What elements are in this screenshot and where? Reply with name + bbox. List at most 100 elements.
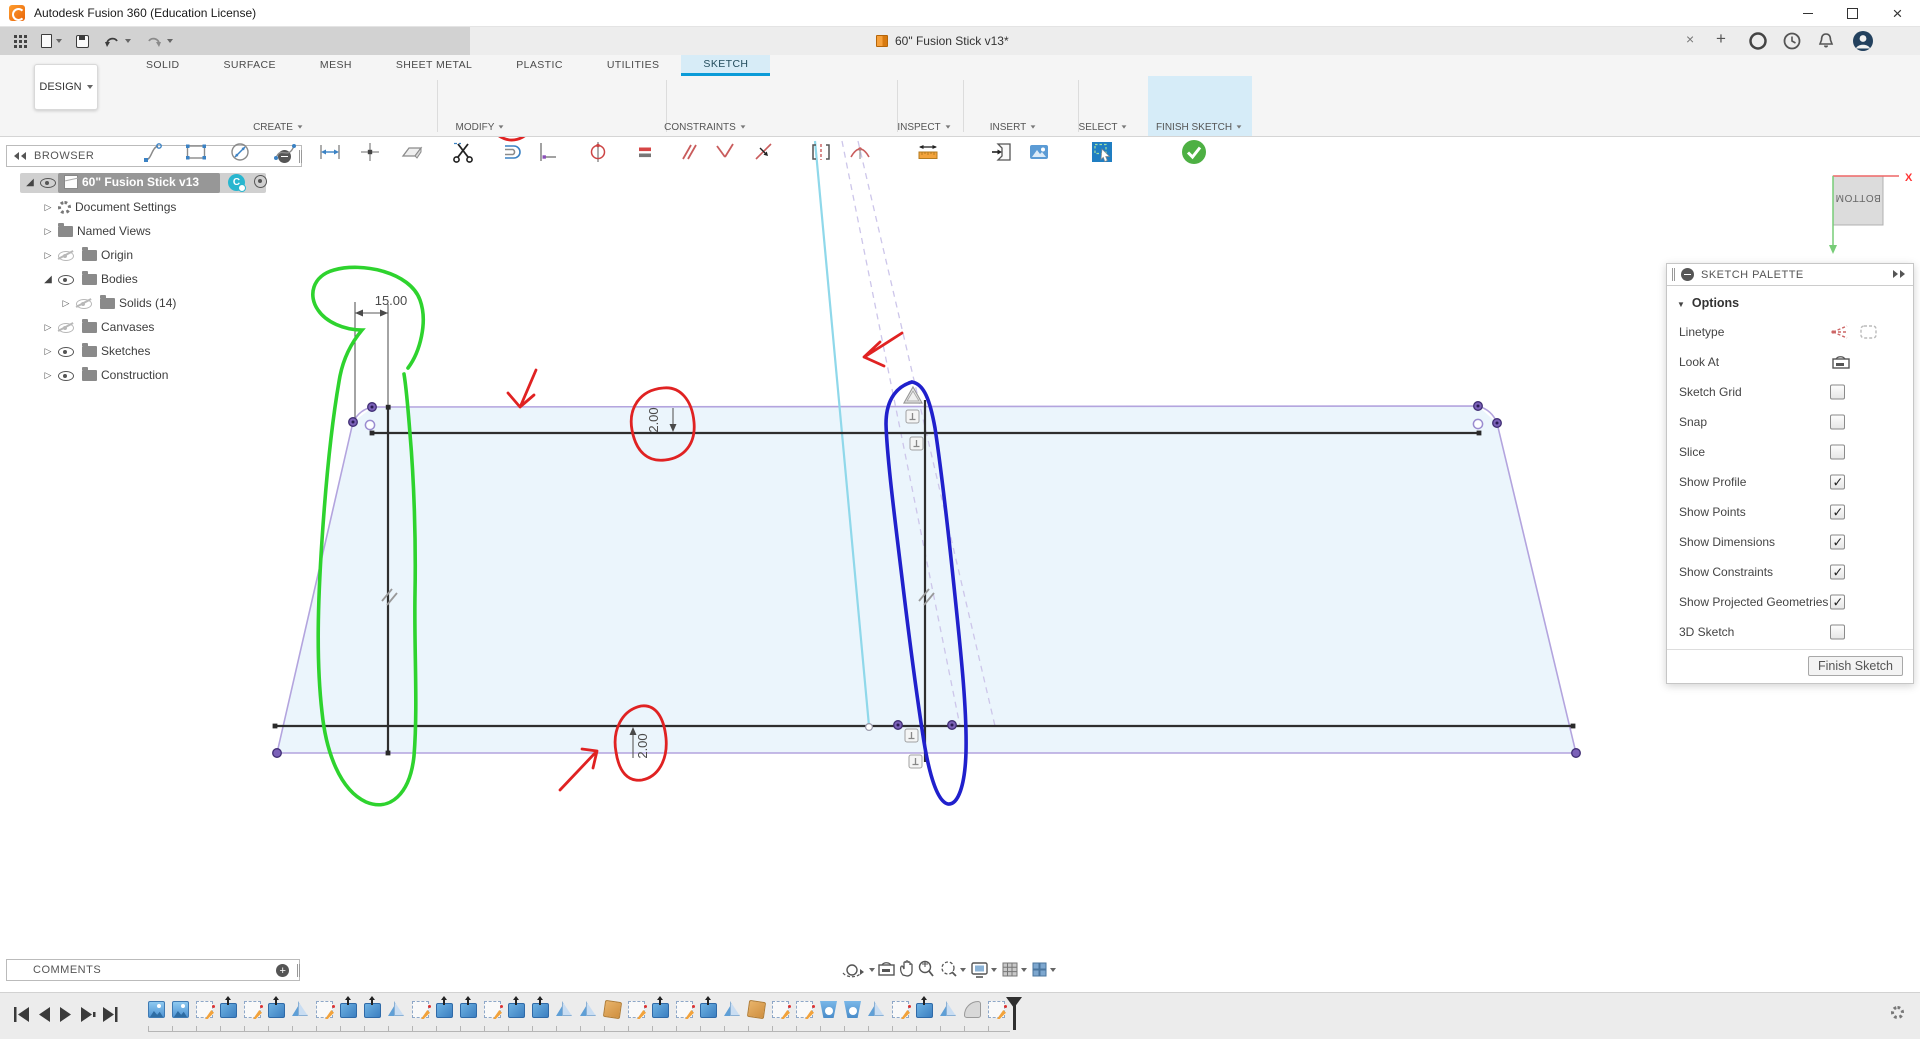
group-finish-sketch[interactable]: FINISH SKETCH [1134,119,1264,135]
visibility-eye-icon[interactable] [58,272,74,286]
tree-row-solids[interactable]: ▷ Solids (14) [6,291,176,315]
show-projected-geometries-checkbox[interactable] [1830,595,1845,610]
timeline-feature-extrude[interactable] [364,1003,381,1018]
timeline-feature-sketch[interactable] [892,1001,909,1018]
timeline-marker-head-icon[interactable] [1006,997,1022,1008]
tab-mesh[interactable]: MESH [298,55,374,76]
circle-tool[interactable] [223,135,257,169]
activate-component-icon[interactable] [254,175,267,188]
comments-header[interactable]: COMMENTS [6,959,300,981]
timeline-feature-sketch[interactable] [772,1001,789,1018]
timeline-feature-mirror[interactable] [388,1001,405,1018]
construction-linetype-icon[interactable] [1830,323,1852,341]
cloud-status-badge[interactable]: C [228,174,245,191]
snap-checkbox[interactable] [1830,415,1845,430]
3d-sketch-checkbox[interactable] [1830,625,1845,640]
add-comment-icon[interactable] [276,964,289,977]
group-inspect[interactable]: INSPECT [874,119,974,135]
line-tool[interactable] [138,135,172,169]
timeline-feature-mirror[interactable] [556,1001,573,1018]
timeline-feature-combine[interactable] [603,1000,622,1019]
timeline-feature-extrude[interactable] [916,1003,933,1018]
save-icon[interactable] [76,35,89,48]
timeline-feature-sketch[interactable] [196,1001,213,1018]
timeline-feature-sketch[interactable] [244,1001,261,1018]
timeline-feature-mirror[interactable] [724,1001,741,1018]
timeline-settings-gear-icon[interactable] [1891,1006,1904,1019]
timeline-feature-mirror[interactable] [580,1001,597,1018]
display-caret-icon[interactable] [991,968,997,972]
offset-tool[interactable] [494,135,528,169]
create-sketch-plane-tool[interactable] [395,135,429,169]
group-constraints[interactable]: CONSTRAINTS [635,119,775,135]
coincident-constraint-tool[interactable] [708,135,742,169]
timeline-step-back-icon[interactable] [39,1007,50,1022]
visibility-eye-icon[interactable] [58,368,74,382]
pan-icon[interactable] [901,961,912,976]
timeline-feature-extrude[interactable] [220,1003,237,1018]
display-settings-icon[interactable] [972,963,987,977]
file-menu-icon[interactable] [41,34,52,48]
tab-surface[interactable]: SURFACE [202,55,298,76]
document-tab-close-icon[interactable]: × [1686,32,1694,46]
rectangle-tool[interactable] [179,135,213,169]
sketch-grid-checkbox[interactable] [1830,385,1845,400]
timeline-feature-extrude[interactable] [340,1003,357,1018]
look-at-icon[interactable] [1830,353,1852,371]
dim-bottom-value[interactable]: 2.00 [635,733,650,758]
expand-icon[interactable]: ◢ [42,274,54,285]
user-avatar[interactable] [1852,30,1874,52]
timeline-step-forward-icon[interactable] [81,1007,96,1022]
viewcube-face-label[interactable]: BOTTOM [1835,192,1881,203]
show-profile-checkbox[interactable] [1830,475,1845,490]
group-create[interactable]: CREATE [218,119,338,135]
projected-linetype-icon[interactable] [1858,323,1880,341]
panel-grip[interactable] [1672,268,1675,281]
file-menu-caret-icon[interactable] [56,39,62,43]
minimize-button[interactable] [1785,0,1830,26]
show-constraints-checkbox[interactable] [1830,565,1845,580]
undo-icon[interactable] [103,33,121,49]
timeline-feature-extrude[interactable] [532,1003,549,1018]
measure-tool[interactable] [911,135,945,169]
symmetry-constraint-tool[interactable] [804,135,838,169]
grid-settings-icon[interactable] [1003,963,1017,976]
timeline-feature-image[interactable] [148,1001,165,1018]
visibility-eye-off-icon[interactable] [58,248,74,262]
parallel-constraint-tool[interactable] [671,135,705,169]
root-component-label[interactable]: 60" Fusion Stick v13 [82,175,199,189]
close-button[interactable] [1875,0,1920,26]
tree-row-sketches[interactable]: ▷ Sketches [6,339,150,363]
break-tool[interactable] [581,135,615,169]
constraint-glyphs[interactable] [382,387,934,768]
redo-caret-icon[interactable] [167,39,173,43]
finish-sketch-palette-button[interactable]: Finish Sketch [1808,656,1903,676]
tree-row-construction[interactable]: ▷ Construction [6,363,168,387]
point-tool[interactable] [353,135,387,169]
zoom-caret-icon[interactable] [960,968,966,972]
expand-icon[interactable]: ▷ [60,298,72,309]
extend-tool[interactable] [530,135,564,169]
dimension-top[interactable]: 2.00 [646,407,677,432]
look-at-icon[interactable] [879,963,894,975]
timeline-feature-extrude[interactable] [268,1003,285,1018]
hide-palette-icon[interactable] [1681,268,1694,281]
timeline-feature-mirror[interactable] [940,1001,957,1018]
dim-width-value[interactable]: 15.00 [375,293,408,308]
collapse-panel-icon[interactable] [14,152,28,160]
timeline-go-to-end-icon[interactable] [103,1007,118,1022]
options-section-header[interactable]: Options [1677,296,1739,310]
show-dimensions-checkbox[interactable] [1830,535,1845,550]
job-status-clock-icon[interactable] [1782,31,1802,51]
tab-utilities[interactable]: UTILITIES [585,55,682,76]
timeline-feature-sketch[interactable] [628,1001,645,1018]
redo-icon[interactable] [145,33,163,49]
tab-plastic[interactable]: PLASTIC [494,55,585,76]
select-tool[interactable] [1085,135,1119,169]
expand-icon[interactable]: ▷ [42,346,54,357]
visibility-eye-icon[interactable] [40,175,56,189]
dimension-width[interactable]: 15.00 [355,293,407,424]
timeline-feature-extrude[interactable] [700,1003,717,1018]
timeline-feature-extrude[interactable] [436,1003,453,1018]
tree-row-root[interactable]: ◢ 60" Fusion Stick v13 C [6,170,302,194]
